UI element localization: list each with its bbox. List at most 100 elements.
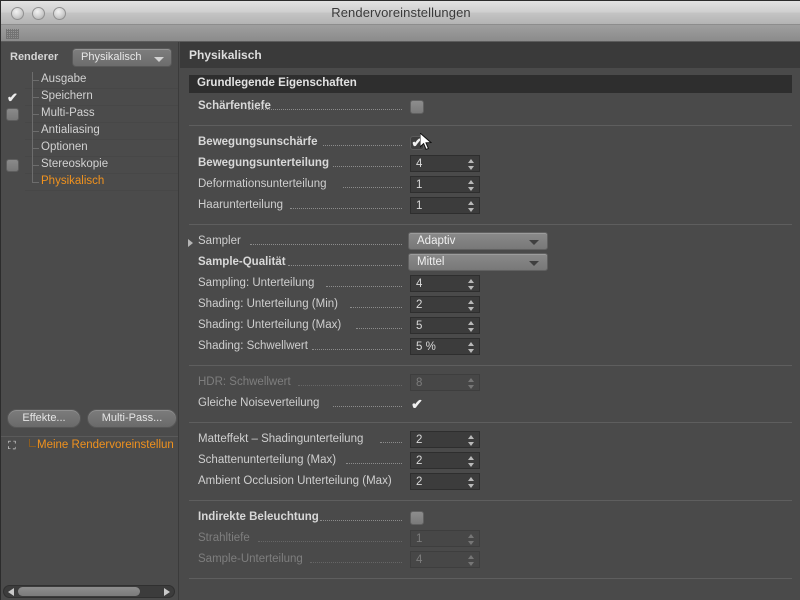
checkbox-unchecked[interactable] [6,108,19,121]
setting-row-indirekte-beleuchtung: Indirekte Beleuchtung [180,508,800,529]
stepper-arrows-icon[interactable] [468,477,475,488]
stepper-value: 1 [416,200,422,212]
setting-row-schattenunterteilung-max: Schattenunterteilung (Max)2 [180,451,800,472]
section-divider [180,500,800,501]
number-stepper[interactable]: 2 [410,296,480,313]
scroll-left-arrow-icon[interactable] [8,588,14,596]
stepper-value: 2 [416,455,422,467]
toolbar-strip [1,25,800,42]
number-stepper[interactable]: 2 [410,431,480,448]
number-stepper[interactable]: 5 % [410,338,480,355]
setting-label: Bewegungsunterteilung [198,157,329,169]
number-stepper[interactable]: 1 [410,197,480,214]
number-stepper[interactable]: 4 [410,275,480,292]
window-title: Rendervoreinstellungen [1,1,800,24]
dropdown-sample-qualitat[interactable]: Mittel [408,253,548,271]
stepper-arrows-icon[interactable] [468,435,475,446]
leader-dots [350,307,402,308]
setting-label: Indirekte Beleuchtung [198,511,319,523]
spacer [180,501,800,508]
leader-dots [290,208,402,209]
stepper-arrows-icon[interactable] [468,159,475,170]
stepper-value: 1 [416,179,422,191]
stepper-arrows-icon[interactable] [468,201,475,212]
number-stepper[interactable]: 1 [410,176,480,193]
setting-label: Bewegungsunschärfe [198,136,318,148]
spacer [180,366,800,373]
dropdown-sampler[interactable]: Adaptiv [408,232,548,250]
sidebar-item-label: Optionen [41,141,88,153]
spacer [180,571,800,578]
tree-dash [32,114,39,115]
renderer-dropdown[interactable]: Physikalisch [72,48,172,67]
stepper-arrows-icon[interactable] [468,321,475,332]
window-titlebar[interactable]: Rendervoreinstellungen [1,1,800,25]
section-divider [180,224,800,225]
section-divider [180,125,800,126]
horizontal-scrollbar[interactable] [3,585,175,598]
setting-row-sample-unterteilung: Sample-Unterteilung4 [180,550,800,571]
sidebar-item-optionen[interactable]: Optionen [1,140,179,157]
stepper-arrows-icon[interactable] [468,534,475,545]
stepper-arrows-icon[interactable] [468,279,475,290]
leader-dots [310,562,402,563]
sidebar-item-label: Ausgabe [41,73,86,85]
sidebar-item-multi-pass[interactable]: Multi-Pass [1,106,179,123]
number-stepper[interactable]: 4 [410,155,480,172]
effects-button[interactable]: Effekte... [7,409,81,428]
leader-dots [333,406,402,407]
preset-list-item[interactable]: ⛶ Meine Rendervoreinstellun [1,436,179,454]
checkbox-checked[interactable]: ✔ [410,397,424,411]
grip-handle-icon[interactable] [6,29,19,39]
checkbox-unchecked[interactable] [410,511,424,525]
number-stepper[interactable]: 2 [410,473,480,490]
leader-dots [343,187,402,188]
stepper-value: 1 [416,533,422,545]
sidebar-item-stereoskopie[interactable]: Stereoskopie [1,157,179,174]
tree-dash [32,80,39,81]
sidebar-item-physikalisch[interactable]: Physikalisch [1,174,179,191]
number-stepper[interactable]: 2 [410,452,480,469]
spacer [180,493,800,500]
tree-dash [29,446,36,447]
stepper-arrows-icon[interactable] [468,456,475,467]
sidebar-item-ausgabe[interactable]: Ausgabe [1,72,179,89]
stepper-arrows-icon[interactable] [468,378,475,389]
stepper-arrows-icon[interactable] [468,300,475,311]
checkbox-unchecked[interactable] [410,100,424,114]
setting-row-bewegungsunterteilung: Bewegungsunterteilung 4 [180,154,800,175]
scrollbar-thumb[interactable] [18,587,140,596]
stepper-arrows-icon[interactable] [468,555,475,566]
stepper-value: 5 [416,320,422,332]
renderer-label: Renderer [10,51,58,63]
setting-row-matteffekt-shadingunterteilung: Matteffekt – Shadingunterteilung2 [180,430,800,451]
setting-row-haarunterteilung: Haarunterteilung1 [180,196,800,217]
number-stepper[interactable]: 5 [410,317,480,334]
leader-dots [380,442,402,443]
tree-dash [32,182,39,183]
checkbox-unchecked[interactable] [6,159,19,172]
sidebar-item-antialiasing[interactable]: Antialiasing [1,123,179,140]
leader-dots [346,463,402,464]
multipass-button[interactable]: Multi-Pass... [87,409,177,428]
leader-dots [250,244,402,245]
checkbox-checked[interactable]: ✔ [6,91,19,104]
preset-label: Meine Rendervoreinstellun [37,439,174,451]
section-divider [180,578,800,579]
scroll-right-arrow-icon[interactable] [164,588,170,596]
expand-arrow-icon[interactable] [188,239,193,247]
sidebar-item-label: Physikalisch [41,175,104,187]
spacer [180,126,800,133]
number-stepper: 4 [410,551,480,568]
chevron-down-icon [154,57,164,62]
stepper-value: 2 [416,299,422,311]
stepper-arrows-icon[interactable] [468,180,475,191]
setting-row-shading-unterteilung-max: Shading: Unterteilung (Max)5 [180,316,800,337]
stepper-arrows-icon[interactable] [468,342,475,353]
setting-row-sampler: SamplerAdaptiv [180,232,800,253]
checkbox-checked[interactable]: ✔ [410,136,424,150]
sidebar-item-speichern[interactable]: ✔Speichern [1,89,179,106]
leader-dots [298,385,402,386]
sidebar-item-label: Antialiasing [41,124,100,136]
sidebar-buttons: Effekte... Multi-Pass... [1,409,179,435]
